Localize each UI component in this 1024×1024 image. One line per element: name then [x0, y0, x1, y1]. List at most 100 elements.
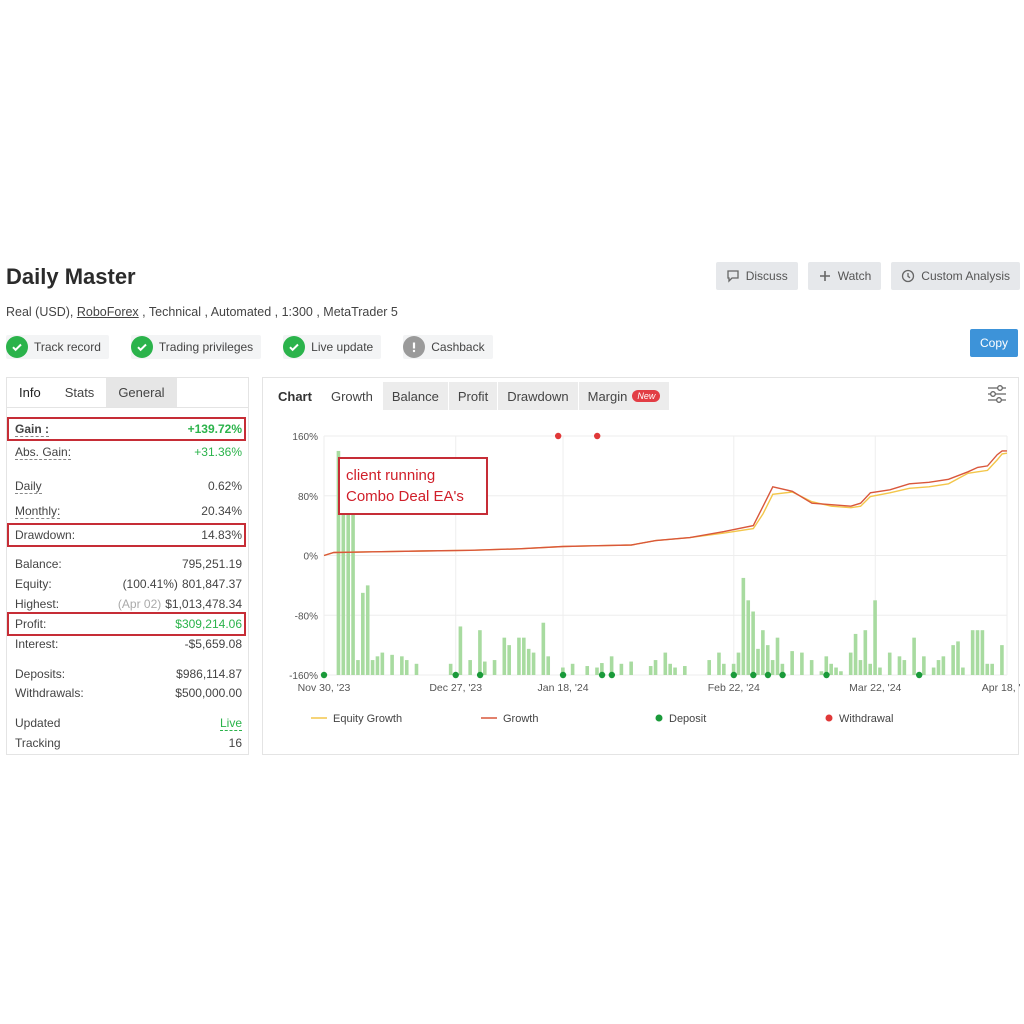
- legend-label: Growth: [503, 713, 538, 725]
- stat-value: 14.83%: [201, 528, 242, 542]
- bar: [765, 645, 770, 675]
- stat-row: Highest: (Apr 02) $1,013,478.34: [15, 594, 242, 614]
- bar: [522, 637, 526, 675]
- bar: [751, 611, 755, 675]
- x-tick-label: Feb 22, '24: [708, 682, 760, 694]
- stat-value-wrap: +31.36%: [194, 445, 242, 459]
- bar: [414, 663, 419, 675]
- deposit-marker: [764, 671, 772, 679]
- bar: [951, 645, 955, 675]
- stat-row: Profit: $309,214.06: [15, 614, 242, 634]
- stat-value-wrap: $309,214.06: [175, 617, 242, 631]
- header-actions: Discuss Watch Custom Analysis: [715, 262, 1020, 290]
- page-title: Daily Master: [6, 264, 136, 289]
- x-tick-label: Dec 27, '23: [429, 682, 482, 694]
- discuss-button[interactable]: Discuss: [715, 262, 798, 290]
- copy-button[interactable]: Copy: [970, 329, 1018, 357]
- watch-button[interactable]: Watch: [807, 262, 882, 290]
- bar: [346, 488, 350, 675]
- custom-analysis-button[interactable]: Custom Analysis: [891, 262, 1020, 290]
- stat-value: 20.34%: [201, 504, 242, 518]
- tab-general[interactable]: General: [106, 378, 177, 407]
- deposit-marker: [320, 671, 328, 679]
- stat-value-wrap: (Apr 02) $1,013,478.34: [118, 597, 242, 611]
- stat-value-wrap: 795,251.19: [182, 557, 242, 571]
- bar: [507, 645, 511, 675]
- badge-cashback[interactable]: Cashback: [403, 335, 493, 359]
- info-panel: Info Stats General Gain : +139.72% Abs. Ga…: [6, 377, 249, 755]
- bar: [619, 663, 624, 675]
- bar: [478, 630, 482, 675]
- stat-label: Drawdown:: [15, 528, 76, 542]
- badge-row: Track record Trading privileges Live upd…: [6, 335, 493, 359]
- stat-row: Daily 0.62%: [15, 476, 242, 496]
- chat-icon: [727, 270, 739, 283]
- bar: [931, 667, 936, 675]
- bar: [707, 660, 712, 675]
- stat-note: (100.41%): [122, 577, 178, 591]
- stat-value-wrap: 16: [229, 736, 242, 750]
- legend-withdrawal-swatch: [825, 714, 833, 722]
- bar: [956, 641, 960, 675]
- y-tick-label: 0%: [304, 552, 319, 563]
- deposit-marker: [730, 671, 737, 679]
- legend-label: Withdrawal: [839, 713, 893, 725]
- bar: [746, 600, 751, 675]
- bar: [595, 667, 599, 675]
- badge-label: Track record: [34, 340, 101, 354]
- bar: [668, 663, 672, 675]
- account-subline: Real (USD), RoboForex , Technical , Auto…: [6, 305, 398, 319]
- bar: [809, 660, 814, 675]
- bar: [800, 652, 804, 675]
- bar: [770, 660, 775, 675]
- bar: [868, 663, 872, 675]
- check-icon: [283, 336, 306, 358]
- stat-label: Updated: [15, 716, 61, 730]
- stat-value-wrap: +139.72%: [188, 422, 242, 436]
- stat-value-wrap: 0.62%: [208, 479, 242, 493]
- broker-link[interactable]: RoboForex: [77, 305, 139, 319]
- bar: [736, 652, 741, 675]
- bar: [985, 663, 990, 675]
- exclamation-icon: [403, 336, 426, 358]
- bar: [839, 671, 843, 675]
- stat-label: Interest:: [15, 637, 59, 651]
- clock-icon: [902, 269, 915, 283]
- stat-value: $309,214.06: [175, 617, 242, 631]
- stat-label: Highest:: [15, 597, 60, 611]
- bar: [546, 656, 551, 675]
- check-icon: [6, 336, 28, 358]
- bar: [897, 656, 902, 675]
- bar: [361, 592, 365, 675]
- bar: [775, 637, 780, 675]
- bar: [853, 633, 858, 675]
- badge-track-record[interactable]: Track record: [6, 335, 109, 359]
- deposit-marker: [823, 671, 830, 679]
- bar: [975, 630, 980, 675]
- badge-live-update[interactable]: Live update: [283, 335, 382, 359]
- bar: [990, 663, 994, 675]
- bar: [673, 667, 677, 675]
- badge-label: Live update: [311, 340, 374, 354]
- stat-label: Abs. Gain:: [15, 444, 72, 460]
- info-tabs: Info Stats General: [7, 378, 248, 408]
- stat-value-wrap: $500,000.00: [175, 686, 242, 700]
- tab-stats[interactable]: Stats: [53, 378, 107, 407]
- bar: [722, 663, 726, 675]
- bar: [341, 495, 346, 675]
- badge-trading-privileges[interactable]: Trading privileges: [130, 335, 262, 359]
- page-header: Daily Master Discuss Watch Custom Analys…: [6, 262, 1020, 294]
- stat-note: (Apr 02): [117, 597, 162, 611]
- deposit-marker: [779, 671, 786, 679]
- stat-value-wrap: 14.83%: [201, 528, 242, 542]
- stat-value-wrap: -$5,659.08: [185, 637, 242, 651]
- withdrawal-marker: [554, 432, 562, 440]
- stat-row: Tracking 16: [15, 733, 242, 753]
- bar: [902, 660, 907, 675]
- tab-info[interactable]: Info: [7, 378, 53, 407]
- watch-label: Watch: [837, 269, 872, 283]
- deposit-marker: [559, 671, 567, 679]
- bar: [356, 660, 360, 675]
- bar: [570, 663, 575, 675]
- stat-value: +139.72%: [187, 422, 242, 436]
